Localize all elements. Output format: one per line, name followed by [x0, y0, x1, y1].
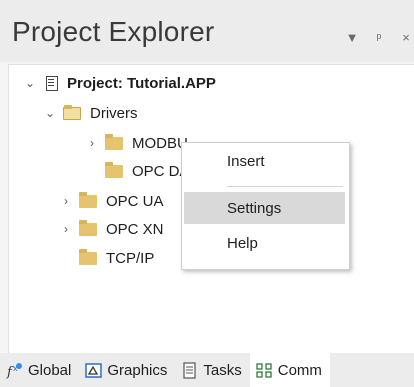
tree-node-opc-da[interactable]: OPC DA	[85, 159, 190, 183]
folder-icon	[79, 248, 97, 265]
pin-icon[interactable]: ᵖ	[371, 30, 387, 46]
folder-icon	[105, 161, 123, 178]
tab-label: Graphics	[107, 361, 168, 379]
chevron-right-icon[interactable]: ›	[59, 222, 73, 236]
panel-menu-icon[interactable]: ▼	[344, 30, 360, 46]
chevron-right-icon[interactable]: ›	[85, 136, 99, 150]
chevron-down-icon[interactable]: ⌄	[23, 76, 37, 90]
comm-icon	[256, 362, 273, 379]
chevron-down-icon[interactable]: ⌄	[43, 106, 57, 120]
menu-item-label: Help	[227, 234, 258, 252]
menu-item-label: Settings	[227, 199, 282, 217]
tab-graphics[interactable]: Graphics	[79, 353, 175, 387]
folder-open-icon	[63, 104, 81, 120]
chevron-right-icon[interactable]: ›	[59, 194, 73, 208]
tree-node-label: Project: Tutorial.APP	[67, 74, 216, 92]
tree-node-modbu[interactable]: › MODBU	[85, 131, 188, 155]
close-icon[interactable]: ×	[398, 30, 414, 46]
tasks-icon	[181, 361, 198, 379]
tree-node-opc-ua[interactable]: › OPC UA	[59, 189, 164, 213]
graphics-icon	[85, 362, 103, 379]
bottom-tab-bar: fx Global Graphics Tasks Comm	[0, 353, 414, 387]
tree-node-label: OPC UA	[106, 192, 164, 210]
tab-label: Tasks	[203, 361, 242, 379]
tab-comm[interactable]: Comm	[249, 353, 330, 387]
tab-global[interactable]: fx Global	[0, 353, 79, 387]
fx-icon: fx	[6, 362, 23, 379]
panel-title-bar: Project Explorer ▼ ᵖ ×	[0, 0, 414, 62]
menu-item-settings[interactable]: Settings	[184, 192, 345, 224]
tree-node-opc-xml[interactable]: › OPC XN	[59, 217, 164, 241]
tree-node-project[interactable]: ⌄ Project: Tutorial.APP	[23, 71, 216, 95]
folder-icon	[79, 191, 97, 208]
tree-node-label: OPC XN	[106, 220, 164, 238]
project-icon	[43, 75, 59, 91]
menu-item-insert[interactable]: Insert	[182, 145, 349, 177]
folder-icon	[79, 219, 97, 236]
tree-node-drivers[interactable]: ⌄ Drivers	[43, 101, 138, 125]
tree-node-label: MODBU	[132, 134, 188, 152]
tree-node-tcpip[interactable]: TCP/IP	[59, 246, 154, 270]
tab-label: Comm	[277, 361, 322, 379]
folder-icon	[105, 133, 123, 150]
tree-node-label: Drivers	[90, 104, 138, 122]
menu-separator	[227, 186, 343, 187]
menu-item-label: Insert	[227, 152, 265, 170]
panel-title: Project Explorer	[12, 16, 215, 47]
tab-label: Global	[28, 361, 72, 379]
tab-tasks[interactable]: Tasks	[175, 353, 249, 387]
menu-item-help[interactable]: Help	[182, 227, 349, 259]
tree-node-label: TCP/IP	[106, 249, 155, 267]
context-menu: Insert Settings Help	[181, 142, 350, 270]
